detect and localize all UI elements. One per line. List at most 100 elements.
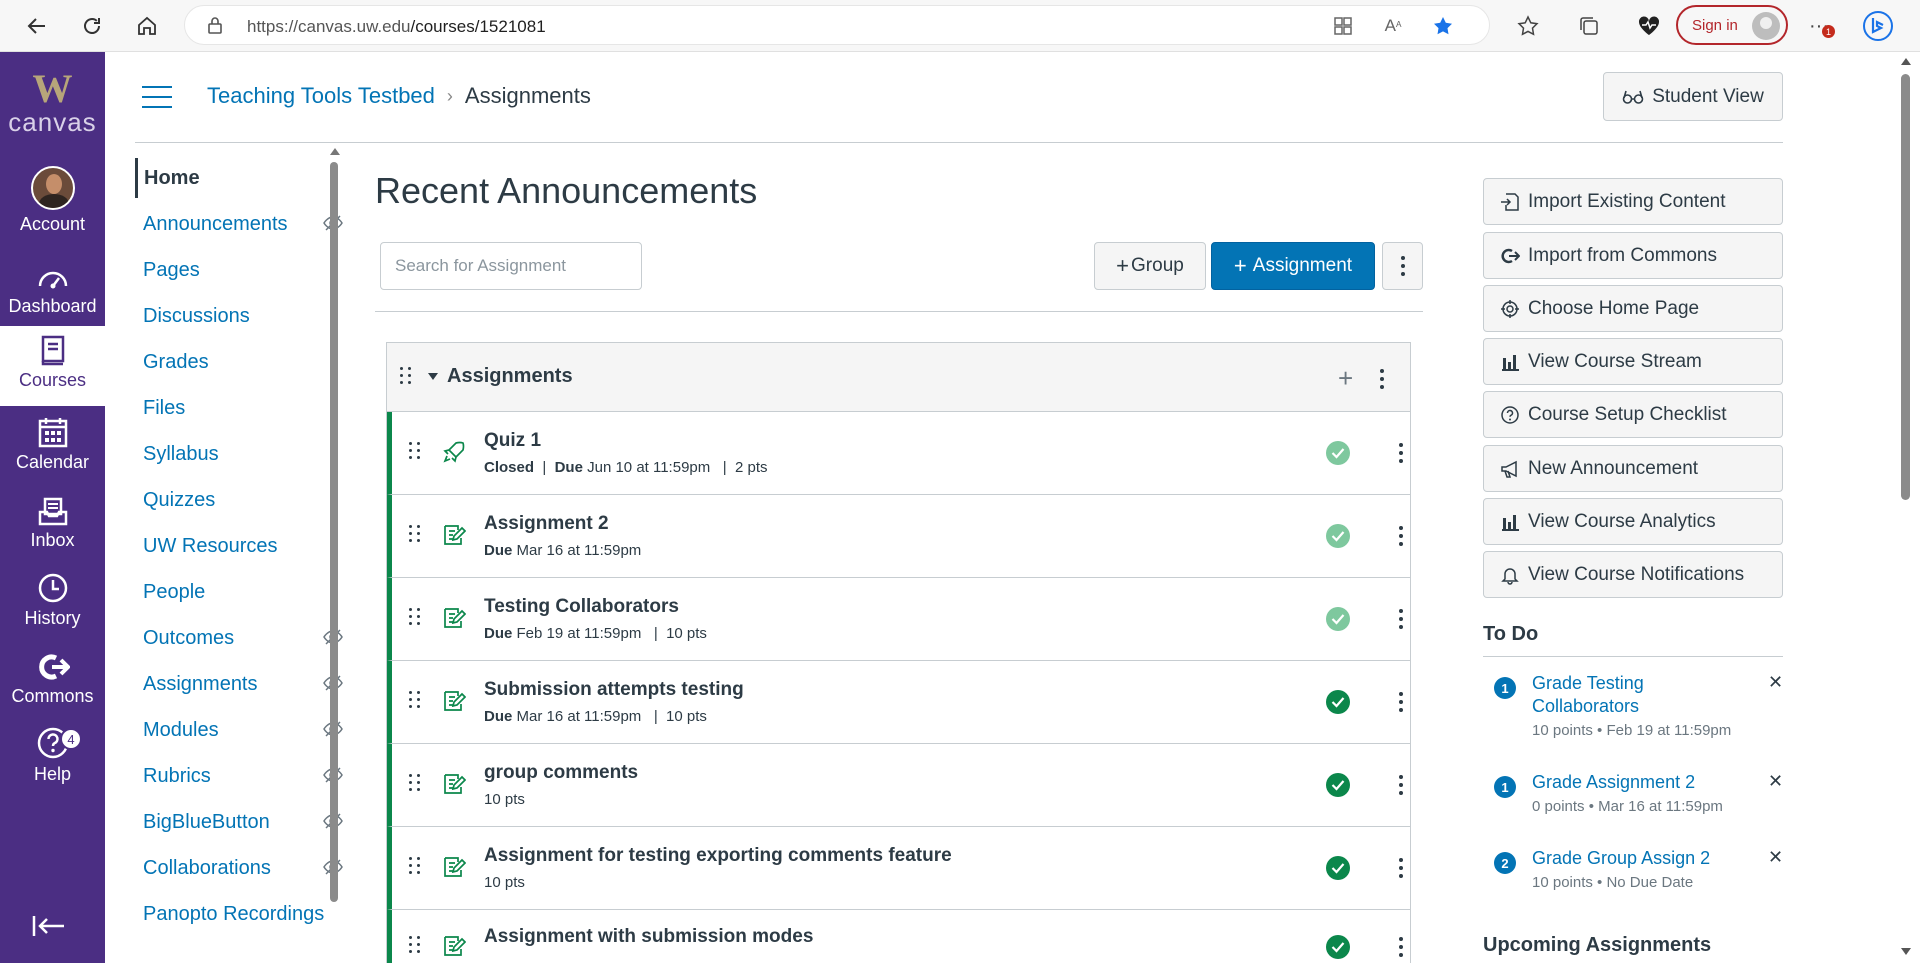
address-bar[interactable]: https://canvas.uw.edu/courses/1521081 Aᴬ (184, 5, 1490, 45)
drag-handle-icon[interactable] (400, 367, 412, 384)
global-nav-commons[interactable]: Commons (0, 642, 105, 718)
global-nav-courses[interactable]: Courses (0, 326, 105, 406)
home-button[interactable] (131, 10, 163, 42)
published-check-icon[interactable] (1326, 773, 1350, 797)
assignment-row[interactable]: Submission attempts testing Due Mar 16 a… (387, 661, 1410, 744)
published-check-icon[interactable] (1326, 441, 1350, 465)
import-from-commons-button[interactable]: Import from Commons (1483, 232, 1783, 279)
course-nav-announcements[interactable]: Announcements (135, 204, 343, 244)
course-setup-checklist-button[interactable]: Course Setup Checklist (1483, 391, 1783, 438)
course-nav-panopto[interactable]: Panopto Recordings (135, 894, 335, 934)
browser-essentials-icon[interactable] (1633, 10, 1665, 42)
favorites-icon[interactable] (1512, 10, 1544, 42)
assignment-title[interactable]: Testing Collaborators (484, 596, 679, 618)
assignment-kebab-icon[interactable] (1399, 775, 1403, 795)
breadcrumb-course-link[interactable]: Teaching Tools Testbed (207, 83, 435, 109)
assignment-kebab-icon[interactable] (1399, 692, 1403, 712)
assignment-kebab-icon[interactable] (1399, 937, 1403, 957)
import-existing-content-button[interactable]: Import Existing Content (1483, 178, 1783, 225)
scroll-up-arrow-icon[interactable] (1901, 58, 1911, 65)
assignment-kebab-icon[interactable] (1399, 858, 1403, 878)
dismiss-x-icon[interactable]: ✕ (1768, 771, 1783, 792)
course-nav-files[interactable]: Files (135, 388, 335, 428)
global-nav-help[interactable]: 4 Help (0, 720, 105, 796)
course-nav-collaborations[interactable]: Collaborations (135, 848, 343, 888)
course-nav-home[interactable]: Home (135, 158, 335, 198)
group-kebab-icon[interactable] (1380, 369, 1384, 389)
assignment-title[interactable]: group comments (484, 762, 638, 784)
todo-link[interactable]: Grade Group Assign 2 (1532, 847, 1732, 870)
refresh-button[interactable] (76, 10, 108, 42)
add-group-button[interactable]: + Group (1094, 242, 1206, 290)
page-scrollbar[interactable] (1900, 58, 1912, 960)
uw-canvas-logo[interactable]: W canvas (0, 69, 105, 137)
scrollbar-thumb[interactable] (330, 162, 338, 902)
assignment-kebab-icon[interactable] (1399, 526, 1403, 546)
scrollbar-thumb[interactable] (1901, 74, 1910, 500)
assignment-title[interactable]: Assignment with submission modes (484, 926, 813, 948)
course-nav-people[interactable]: People (135, 572, 335, 612)
bing-copilot-icon[interactable] (1862, 10, 1894, 42)
global-nav-account[interactable]: Account (0, 164, 105, 240)
read-aloud-icon[interactable]: Aᴬ (1377, 10, 1409, 42)
more-options-icon[interactable]: ··· 1 (1803, 10, 1835, 42)
drag-handle-icon[interactable] (409, 936, 421, 953)
global-nav-dashboard[interactable]: Dashboard (0, 252, 105, 328)
published-check-icon[interactable] (1326, 935, 1350, 959)
course-nav-syllabus[interactable]: Syllabus (135, 434, 335, 474)
course-nav-bigbluebutton[interactable]: BigBlueButton (135, 802, 343, 842)
choose-home-page-button[interactable]: Choose Home Page (1483, 285, 1783, 332)
assignment-row[interactable]: Assignment for testing exporting comment… (387, 827, 1410, 910)
view-course-analytics-button[interactable]: View Course Analytics (1483, 498, 1783, 545)
drag-handle-icon[interactable] (409, 857, 421, 874)
published-check-icon[interactable] (1326, 524, 1350, 548)
global-nav-history[interactable]: History (0, 564, 105, 640)
assignment-kebab-icon[interactable] (1399, 609, 1403, 629)
view-course-stream-button[interactable]: View Course Stream (1483, 338, 1783, 385)
drag-handle-icon[interactable] (409, 691, 421, 708)
new-announcement-button[interactable]: New Announcement (1483, 445, 1783, 492)
collapse-caret-icon[interactable] (428, 373, 438, 380)
assignment-title[interactable]: Quiz 1 (484, 430, 541, 452)
course-menu-toggle[interactable] (142, 86, 172, 116)
todo-link[interactable]: Grade Assignment 2 (1532, 771, 1732, 794)
assignment-title[interactable]: Assignment for testing exporting comment… (484, 845, 952, 867)
course-nav-uw-resources[interactable]: UW Resources (135, 526, 335, 566)
assignment-kebab-icon[interactable] (1399, 443, 1403, 463)
assignment-row[interactable]: group comments 10 pts (387, 744, 1410, 827)
published-check-icon[interactable] (1326, 856, 1350, 880)
course-nav-quizzes[interactable]: Quizzes (135, 480, 335, 520)
course-nav-outcomes[interactable]: Outcomes (135, 618, 343, 658)
todo-link[interactable]: Grade Testing Collaborators (1532, 672, 1732, 718)
drag-handle-icon[interactable] (409, 608, 421, 625)
view-course-notifications-button[interactable]: View Course Notifications (1483, 551, 1783, 598)
assignment-row[interactable]: Quiz 1 Closed | Due Jun 10 at 11:59pm | … (387, 412, 1410, 495)
add-assignment-button[interactable]: + Assignment (1211, 242, 1375, 290)
course-nav-pages[interactable]: Pages (135, 250, 335, 290)
back-button[interactable] (21, 10, 53, 42)
course-nav-discussions[interactable]: Discussions (135, 296, 335, 336)
global-nav-inbox[interactable]: Inbox (0, 486, 105, 562)
assignments-settings-button[interactable] (1382, 242, 1423, 290)
course-nav-grades[interactable]: Grades (135, 342, 335, 382)
drag-handle-icon[interactable] (409, 525, 421, 542)
scroll-down-arrow-icon[interactable] (1901, 948, 1911, 955)
assignment-row[interactable]: Assignment 2 Due Mar 16 at 11:59pm (387, 495, 1410, 578)
course-nav-modules[interactable]: Modules (135, 710, 343, 750)
dismiss-x-icon[interactable]: ✕ (1768, 672, 1783, 693)
collections-icon[interactable] (1573, 10, 1605, 42)
published-check-icon[interactable] (1326, 607, 1350, 631)
assignment-row[interactable]: Testing Collaborators Due Feb 19 at 11:5… (387, 578, 1410, 661)
course-nav-assignments[interactable]: Assignments (135, 664, 343, 704)
student-view-button[interactable]: Student View (1603, 72, 1783, 121)
favorite-star-icon[interactable] (1427, 10, 1459, 42)
assignment-title[interactable]: Submission attempts testing (484, 679, 744, 701)
add-to-group-icon[interactable]: + (1338, 363, 1353, 394)
drag-handle-icon[interactable] (409, 442, 421, 459)
global-nav-calendar[interactable]: Calendar (0, 408, 105, 484)
course-nav-rubrics[interactable]: Rubrics (135, 756, 343, 796)
collapse-nav-button[interactable] (32, 914, 66, 945)
published-check-icon[interactable] (1326, 690, 1350, 714)
assignment-row[interactable]: Assignment with submission modes (387, 910, 1410, 963)
dismiss-x-icon[interactable]: ✕ (1768, 847, 1783, 868)
